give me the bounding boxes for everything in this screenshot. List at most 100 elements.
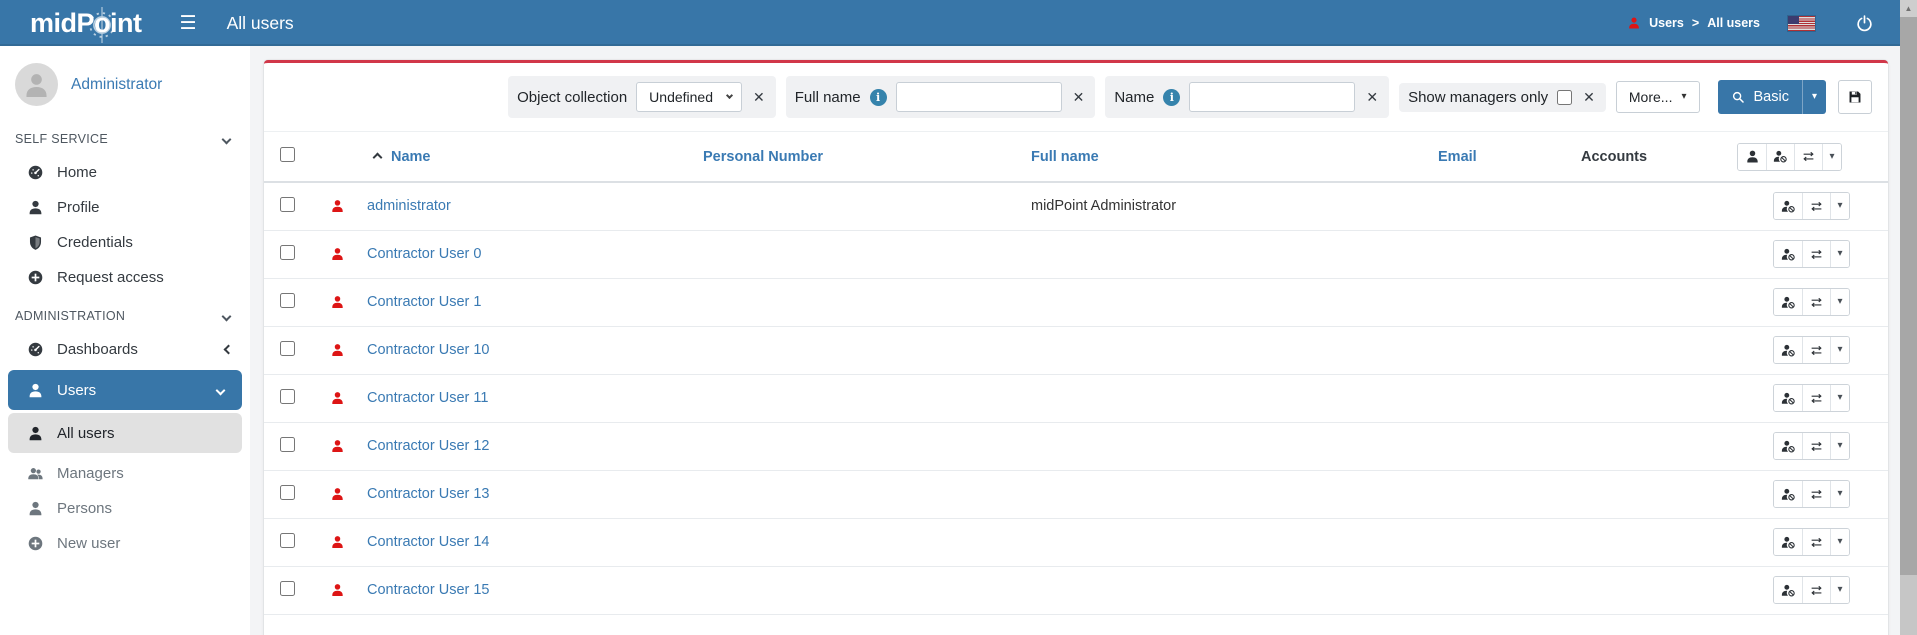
sidebar-item-new-user[interactable]: New user [0, 526, 250, 561]
user-name-link[interactable]: Contractor User 11 [367, 390, 488, 406]
disable-user-button[interactable] [1774, 241, 1802, 267]
disable-user-button[interactable] [1766, 143, 1794, 170]
user-name-link[interactable]: Contractor User 14 [367, 534, 490, 550]
user-name-link[interactable]: Contractor User 15 [367, 582, 490, 598]
sidebar-item-request-access[interactable]: Request access [0, 260, 250, 295]
reconcile-button[interactable] [1802, 193, 1830, 220]
full-name-input[interactable] [895, 82, 1062, 112]
reconcile-button[interactable] [1802, 385, 1830, 411]
breadcrumb-users-link[interactable]: Users [1649, 16, 1684, 30]
language-flag-us-icon[interactable] [1788, 15, 1815, 31]
full-name-cell [1031, 566, 1438, 615]
info-icon[interactable]: i [869, 88, 887, 106]
row-checkbox[interactable] [280, 340, 295, 356]
column-header-full-name[interactable]: Full name [1031, 132, 1438, 183]
sidebar-item-home[interactable]: Home [0, 155, 250, 190]
row-actions-menu-button[interactable]: ▾ [1830, 241, 1849, 267]
scroll-up-arrow-icon[interactable]: ▲ [1900, 0, 1917, 17]
disable-user-button[interactable] [1774, 481, 1802, 507]
user-ban-icon [1781, 487, 1796, 502]
reconcile-button[interactable] [1802, 529, 1830, 555]
user-name-link[interactable]: Contractor User 1 [367, 294, 481, 310]
accounts-cell [1581, 374, 1737, 423]
row-checkbox[interactable] [280, 292, 295, 308]
row-checkbox[interactable] [280, 532, 295, 548]
search-mode-caret[interactable]: ▾ [1801, 80, 1826, 114]
row-checkbox[interactable] [280, 580, 295, 596]
column-header-name[interactable]: Name [350, 132, 703, 181]
reconcile-button[interactable] [1802, 481, 1830, 507]
basic-search-button[interactable]: Basic ▾ [1717, 80, 1826, 114]
enable-user-button[interactable] [1738, 143, 1766, 170]
sidebar-item-persons[interactable]: Persons [0, 491, 250, 526]
scrollbar-thumb[interactable] [1900, 17, 1917, 575]
row-actions-menu-button[interactable]: ▾ [1830, 433, 1849, 459]
sidebar-user-name[interactable]: Administrator [71, 76, 162, 94]
user-name-link[interactable]: Contractor User 10 [367, 342, 490, 358]
name-input[interactable] [1189, 82, 1356, 112]
user-name-link[interactable]: administrator [367, 198, 451, 214]
user-name-link[interactable]: Contractor User 12 [367, 438, 490, 454]
disable-user-button[interactable] [1774, 529, 1802, 555]
disable-user-button[interactable] [1774, 289, 1802, 315]
section-header-self-service[interactable]: SELF SERVICE [0, 118, 250, 155]
info-icon[interactable]: i [1163, 88, 1181, 106]
table-row: Contractor User 15 ▾ [264, 566, 1888, 615]
reconcile-button[interactable] [1802, 577, 1830, 603]
column-header-email[interactable]: Email [1438, 132, 1581, 183]
reconcile-button[interactable] [1802, 241, 1830, 267]
row-checkbox[interactable] [280, 388, 295, 404]
sidebar-item-dashboards[interactable]: Dashboards [0, 332, 250, 367]
section-header-administration[interactable]: ADMINISTRATION [0, 295, 250, 332]
row-actions-menu-button[interactable]: ▾ [1830, 385, 1849, 411]
reconcile-button[interactable] [1802, 337, 1830, 363]
column-header-personal-number[interactable]: Personal Number [703, 132, 1031, 183]
user-name-link[interactable]: Contractor User 13 [367, 486, 490, 502]
hamburger-menu-icon[interactable]: ☰ [180, 14, 197, 33]
show-managers-checkbox[interactable] [1557, 89, 1573, 105]
row-actions-menu-button[interactable]: ▾ [1830, 577, 1849, 603]
user-ban-icon [1781, 535, 1796, 550]
reconcile-button[interactable] [1794, 143, 1822, 170]
disable-user-button[interactable] [1774, 337, 1802, 363]
row-actions-menu-button[interactable]: ▾ [1830, 481, 1849, 507]
row-checkbox[interactable] [280, 484, 295, 500]
row-checkbox[interactable] [280, 436, 295, 452]
email-cell [1438, 230, 1581, 279]
sidebar-item-profile[interactable]: Profile [0, 190, 250, 225]
accounts-cell [1581, 278, 1737, 327]
clear-name-button[interactable]: ✕ [1364, 90, 1380, 104]
row-actions-menu-button[interactable]: ▾ [1830, 337, 1849, 363]
row-actions-menu-button[interactable]: ▾ [1830, 529, 1849, 555]
select-all-checkbox[interactable] [280, 147, 295, 162]
search-filter-bar: Object collection Undefined ✕ Full name … [264, 63, 1888, 132]
midpoint-app: midPo int ☰ All users Users > All users A… [0, 0, 1917, 635]
disable-user-button[interactable] [1774, 577, 1802, 603]
clear-show-managers-button[interactable]: ✕ [1581, 90, 1597, 104]
user-ban-icon [1773, 149, 1788, 164]
search-icon [1731, 90, 1745, 104]
sidebar-item-users[interactable]: Users [8, 370, 242, 410]
midpoint-logo[interactable]: midPo int [30, 8, 142, 39]
clear-object-collection-button[interactable]: ✕ [751, 90, 767, 104]
disable-user-button[interactable] [1774, 385, 1802, 411]
vertical-scrollbar[interactable]: ▲ [1900, 0, 1917, 635]
disable-user-button[interactable] [1774, 433, 1802, 459]
reconcile-button[interactable] [1802, 433, 1830, 459]
more-filters-button[interactable]: More... ▾ [1615, 81, 1700, 113]
sidebar-item-managers[interactable]: Managers [0, 456, 250, 491]
user-name-link[interactable]: Contractor User 0 [367, 246, 481, 262]
reconcile-button[interactable] [1802, 289, 1830, 315]
save-search-button[interactable] [1838, 80, 1872, 114]
sidebar-item-credentials[interactable]: Credentials [0, 225, 250, 260]
sidebar-item-all-users[interactable]: All users [8, 413, 242, 453]
row-actions-menu-button[interactable]: ▾ [1830, 193, 1849, 220]
clear-full-name-button[interactable]: ✕ [1071, 90, 1087, 104]
object-collection-select[interactable]: Undefined [636, 82, 742, 112]
row-actions-menu-button[interactable]: ▾ [1830, 289, 1849, 315]
disable-user-button[interactable] [1774, 193, 1802, 220]
row-checkbox[interactable] [280, 244, 295, 260]
header-actions-menu-button[interactable]: ▾ [1822, 143, 1841, 170]
logout-power-icon[interactable] [1855, 14, 1874, 33]
row-checkbox[interactable] [280, 196, 295, 212]
